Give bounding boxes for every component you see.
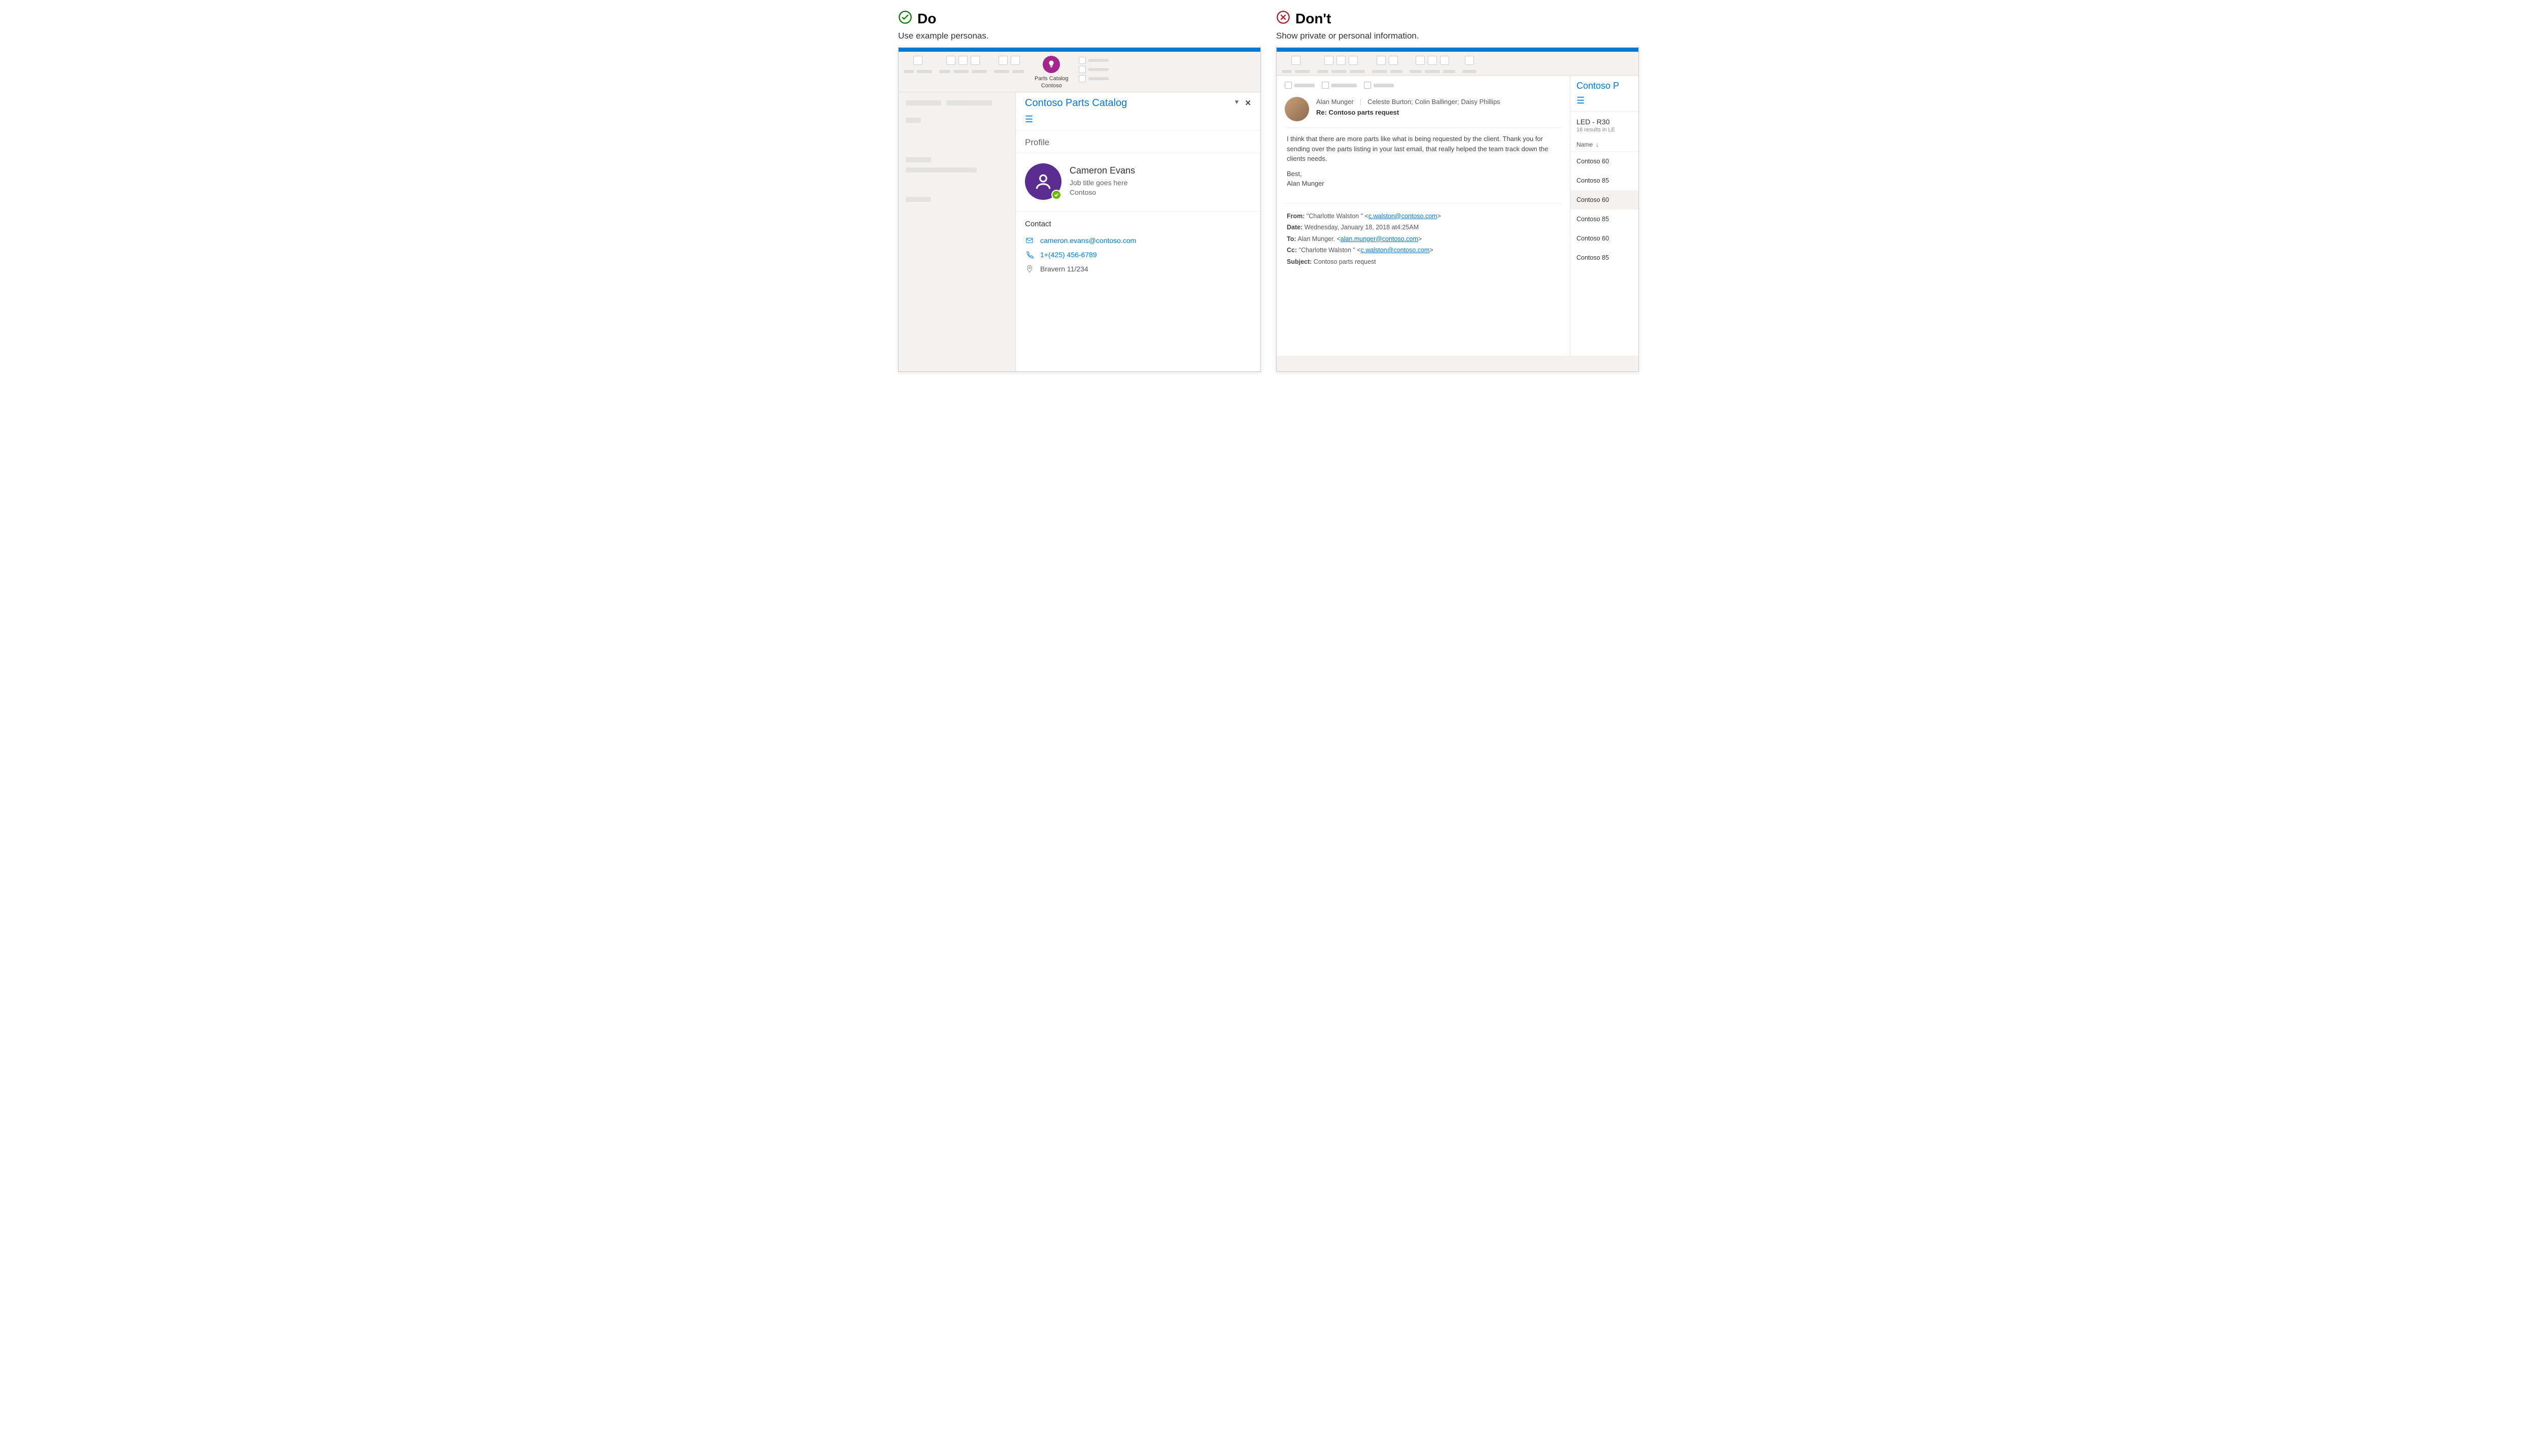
do-title: Do bbox=[917, 11, 936, 27]
contact-heading: Contact bbox=[1025, 220, 1251, 228]
mail-from: Alan Munger bbox=[1316, 98, 1354, 106]
sender-avatar bbox=[1285, 97, 1309, 121]
contact-email[interactable]: cameron.evans@contoso.com bbox=[1040, 236, 1136, 245]
list-item[interactable]: Contoso 60 bbox=[1570, 190, 1638, 210]
filter-checkbox[interactable] bbox=[1285, 82, 1292, 89]
dont-app-window: Alan Munger | Celeste Burton; Colin Ball… bbox=[1276, 47, 1639, 372]
meta-to-email[interactable]: alan.munger@contoso.com bbox=[1341, 235, 1418, 242]
do-panel: Do Use example personas. Parts Catalog C… bbox=[898, 10, 1261, 372]
do-header: Do bbox=[898, 10, 1261, 27]
window-titlebar bbox=[1277, 48, 1638, 52]
meta-from-email[interactable]: c.walston@contoso.com bbox=[1368, 213, 1437, 220]
addin-publisher: Contoso bbox=[1041, 82, 1062, 89]
list-item[interactable]: Contoso 60 bbox=[1570, 152, 1638, 171]
filter-checkbox[interactable] bbox=[1322, 82, 1329, 89]
ribbon bbox=[1277, 52, 1638, 76]
sort-down-icon: ↓ bbox=[1596, 141, 1599, 148]
mail-filters bbox=[1285, 82, 1562, 89]
mail-reading-pane: Alan Munger | Celeste Burton; Colin Ball… bbox=[1277, 76, 1570, 356]
column-header-name[interactable]: Name ↓ bbox=[1570, 138, 1638, 152]
persona-card: Cameron Evans Job title goes here Contos… bbox=[1016, 153, 1260, 212]
list-item[interactable]: Contoso 85 bbox=[1570, 210, 1638, 229]
do-subtitle: Use example personas. bbox=[898, 31, 1261, 41]
check-circle-icon bbox=[898, 10, 912, 27]
lightbulb-icon bbox=[1043, 56, 1060, 73]
hamburger-icon[interactable]: ☰ bbox=[1016, 112, 1260, 130]
addin-button[interactable]: Parts Catalog Contoso bbox=[1032, 56, 1072, 90]
list-item[interactable]: Contoso 85 bbox=[1570, 171, 1638, 190]
location-icon bbox=[1025, 265, 1034, 273]
nav-sidebar bbox=[899, 92, 1015, 372]
persona-name: Cameron Evans bbox=[1070, 165, 1135, 176]
dont-header: Don't bbox=[1276, 10, 1639, 27]
task-pane: Contoso Parts Catalog ▼ ✕ ☰ Profile bbox=[1015, 92, 1260, 372]
dont-title: Don't bbox=[1295, 11, 1331, 27]
ribbon: Parts Catalog Contoso bbox=[899, 52, 1260, 92]
taskpane-title: Contoso Parts Catalog bbox=[1025, 97, 1127, 109]
side-task-pane: Contoso P ☰ LED - R30 16 results in LE N… bbox=[1570, 76, 1638, 356]
profile-heading: Profile bbox=[1016, 130, 1260, 153]
mail-body: I think that there are more parts like w… bbox=[1285, 127, 1562, 203]
window-titlebar bbox=[899, 48, 1260, 52]
mail-body-paragraph: I think that there are more parts like w… bbox=[1287, 134, 1560, 164]
meta-cc-email[interactable]: c.walston@contoso.com bbox=[1361, 247, 1430, 254]
close-icon[interactable]: ✕ bbox=[1245, 98, 1251, 108]
do-app-window: Parts Catalog Contoso Contoso P bbox=[898, 47, 1261, 372]
mail-icon bbox=[1025, 236, 1034, 245]
caret-down-icon[interactable]: ▼ bbox=[1234, 98, 1240, 108]
contact-location: Bravern 11/234 bbox=[1040, 265, 1088, 273]
list-item[interactable]: Contoso 85 bbox=[1570, 248, 1638, 267]
presence-available-icon bbox=[1051, 190, 1061, 200]
mail-recipients: Celeste Burton; Colin Ballinger; Daisy P… bbox=[1367, 98, 1500, 106]
phone-icon bbox=[1025, 251, 1034, 259]
contact-phone[interactable]: 1+(425) 456-6789 bbox=[1040, 251, 1097, 259]
list-item[interactable]: Contoso 60 bbox=[1570, 229, 1638, 248]
dont-panel: Don't Show private or personal informati… bbox=[1276, 10, 1639, 372]
sidepane-subcount: 16 results in LE bbox=[1570, 126, 1638, 138]
mail-subject: Re: Contoso parts request bbox=[1316, 109, 1562, 116]
filter-checkbox[interactable] bbox=[1364, 82, 1371, 89]
addin-name: Parts Catalog bbox=[1035, 75, 1069, 82]
dont-subtitle: Show private or personal information. bbox=[1276, 31, 1639, 41]
x-circle-icon bbox=[1276, 10, 1290, 27]
persona-avatar bbox=[1025, 163, 1061, 200]
mail-header: Alan Munger | Celeste Burton; Colin Ball… bbox=[1285, 94, 1562, 127]
sidepane-title: Contoso P bbox=[1570, 76, 1638, 93]
sidepane-heading: LED - R30 bbox=[1570, 112, 1638, 126]
hamburger-icon[interactable]: ☰ bbox=[1570, 93, 1638, 112]
persona-jobtitle: Job title goes here bbox=[1070, 178, 1135, 188]
persona-company: Contoso bbox=[1070, 188, 1135, 198]
mail-metadata: From: "Charlotte Walston " <c.walston@co… bbox=[1285, 203, 1562, 268]
